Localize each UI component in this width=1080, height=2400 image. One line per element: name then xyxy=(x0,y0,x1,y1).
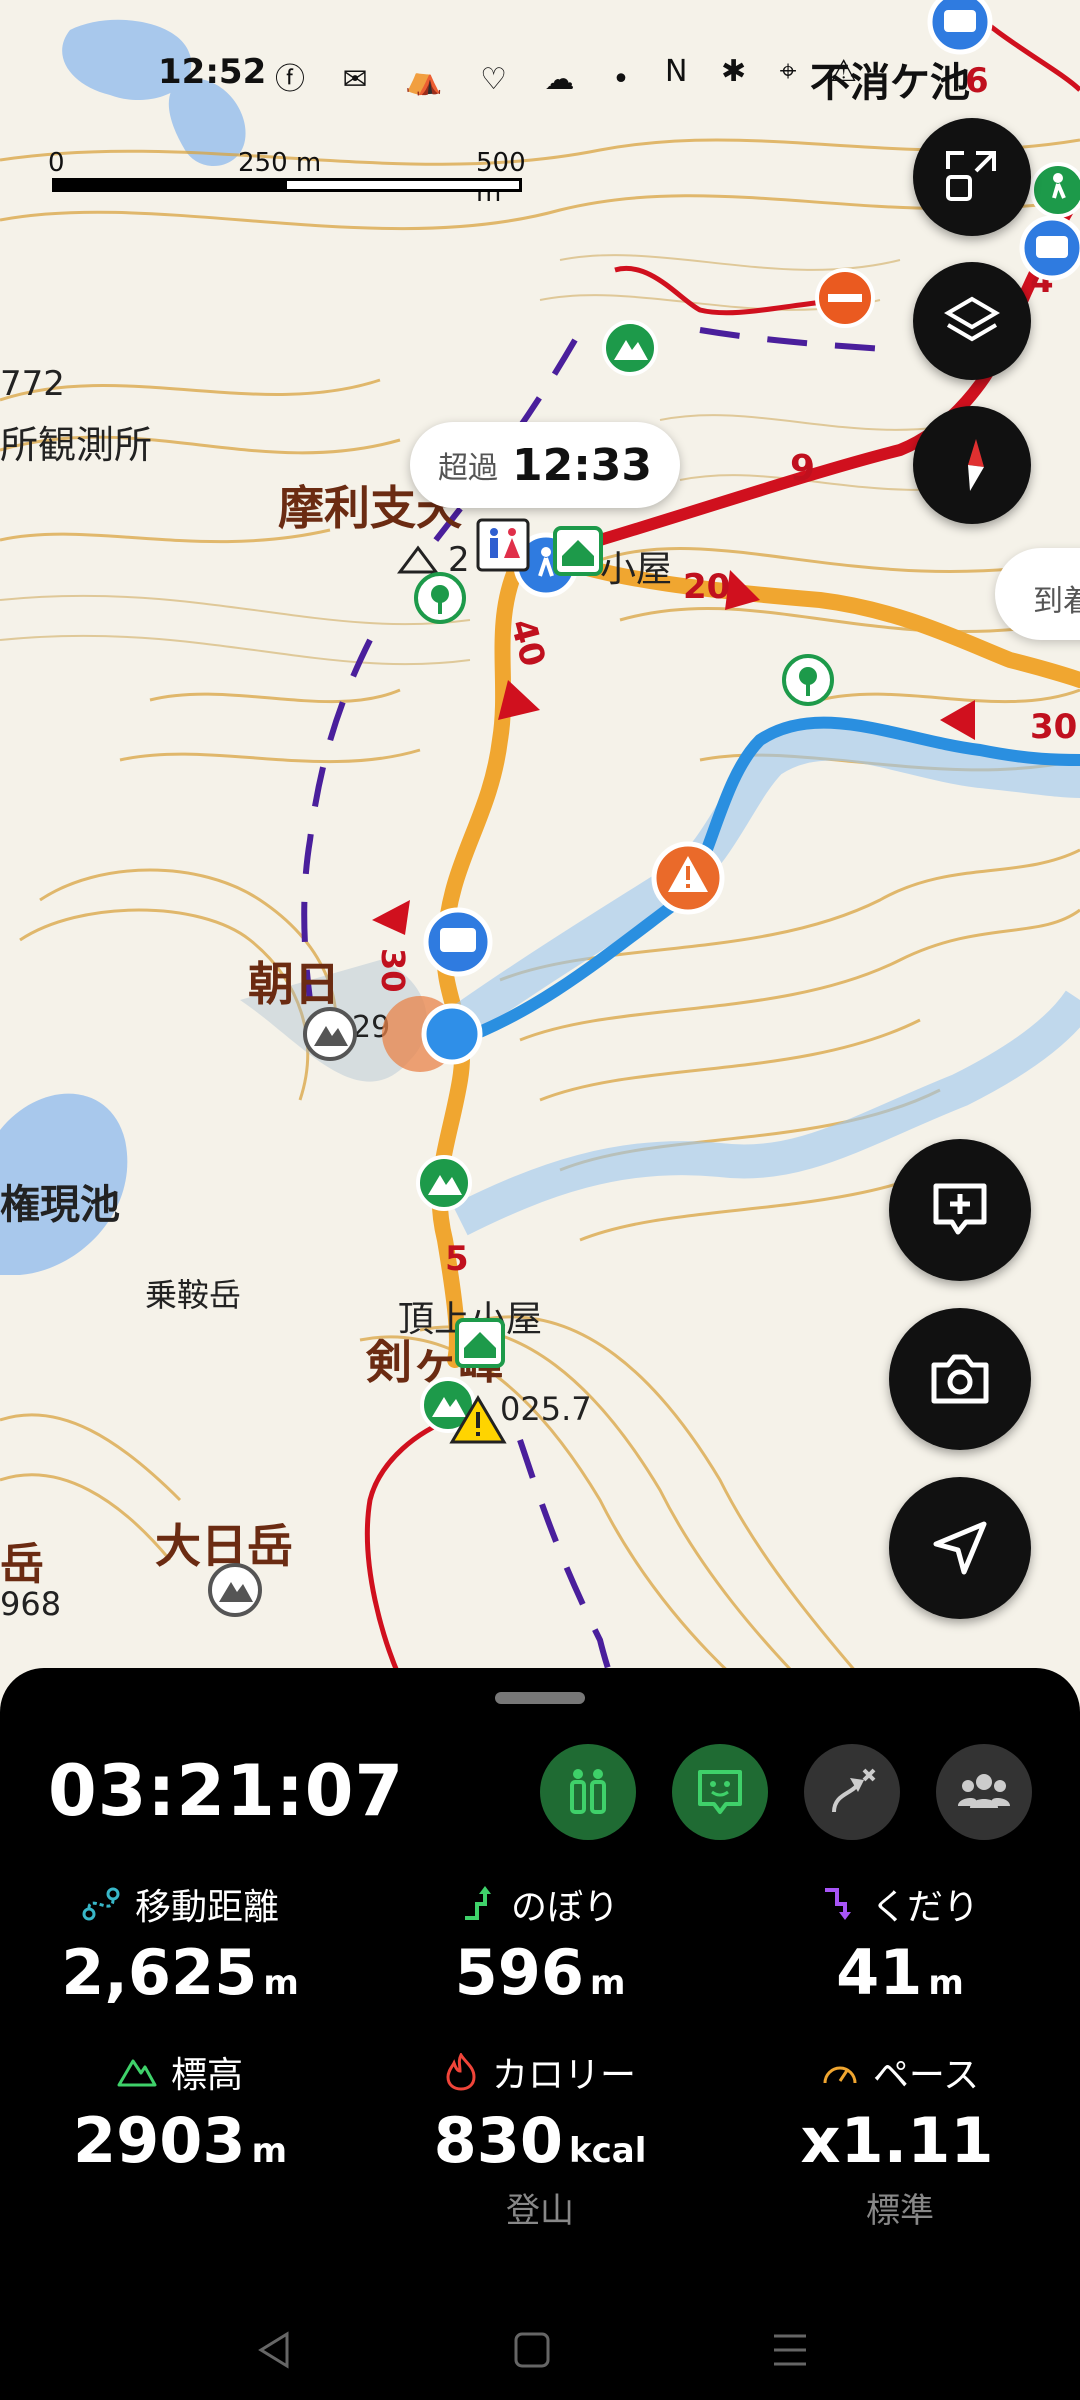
stat-ascent: のぼり 596 m xyxy=(360,1878,720,2009)
compass-icon xyxy=(968,439,984,491)
map-markers xyxy=(208,0,1080,1617)
comment-marker-icon[interactable] xyxy=(1019,215,1080,281)
stat-elevation: 標高 2903 m xyxy=(0,2046,360,2177)
home-icon[interactable] xyxy=(512,2330,552,2370)
status-time: 12:52 xyxy=(158,52,267,92)
stat-elevation-unit: m xyxy=(251,2131,287,2171)
layers-button[interactable] xyxy=(913,262,1031,380)
comment-marker-icon[interactable] xyxy=(423,907,493,977)
stat-descent-value: 41 xyxy=(836,1936,923,2009)
stat-calories-value: 830 xyxy=(433,2104,564,2177)
navigation-arrow-icon xyxy=(933,1521,987,1575)
stat-descent-label: くだり xyxy=(870,1887,979,1928)
stat-ascent-unit: m xyxy=(589,1963,626,2003)
off-route-button[interactable] xyxy=(804,1744,900,1840)
warning-icon[interactable] xyxy=(651,841,725,915)
flame-icon xyxy=(446,2053,476,2091)
route-cross-icon xyxy=(832,1768,876,1813)
mountain-icon xyxy=(117,2059,157,2087)
peak-icon[interactable] xyxy=(208,1563,262,1617)
hikers-icon xyxy=(570,1769,606,1814)
toilet-icon[interactable] xyxy=(476,518,530,572)
recents-icon[interactable] xyxy=(770,2332,810,2368)
hut-icon[interactable] xyxy=(455,1318,505,1368)
layers-icon xyxy=(944,296,1000,342)
activity-panel: 03:21:07 移動距離 2,625 m のぼり 596 m くだり 41 m… xyxy=(0,1668,1080,2400)
hiker-icon[interactable] xyxy=(1030,162,1080,218)
status-bar: 12:52 ⓕ ✉ ⛺ ♡ ☁ • N ✱ ⌖ ⚠ 不消ケ池 xyxy=(0,48,1080,106)
stat-calories-label: カロリー xyxy=(491,2055,636,2096)
back-icon[interactable] xyxy=(255,2330,295,2370)
chat-button[interactable] xyxy=(672,1744,768,1840)
timeline-button[interactable] xyxy=(540,1744,636,1840)
stat-ascent-value: 596 xyxy=(454,1936,584,2009)
stat-pace: ペース x1.11 標準 xyxy=(720,2046,1080,2232)
stat-pace-label: ペース xyxy=(872,2055,980,2096)
stat-calories-sub: 登山 xyxy=(506,2191,574,2231)
stat-distance-label: 移動距離 xyxy=(134,1887,279,1928)
peak-icon[interactable] xyxy=(303,1007,357,1061)
tooltip-key: 超過 xyxy=(437,451,498,486)
stat-descent-unit: m xyxy=(928,1963,964,2003)
scale-bar-line xyxy=(52,178,522,192)
drag-handle[interactable] xyxy=(495,1692,585,1704)
add-comment-icon xyxy=(933,1183,987,1235)
place-label: 不消ケ池 xyxy=(810,60,970,106)
notification-icons: ⓕ ✉ ⛺ ♡ ☁ • xyxy=(275,62,644,97)
descent-icon xyxy=(824,1888,851,1920)
mountain-green-icon[interactable] xyxy=(602,320,658,376)
expand-icon xyxy=(946,151,996,201)
ascent-icon xyxy=(464,1886,491,1920)
scale-label-0: 0 xyxy=(48,148,65,178)
flower-icon[interactable] xyxy=(414,572,466,624)
stat-elevation-value: 2903 xyxy=(73,2104,246,2177)
stat-calories: カロリー 830 kcal 登山 xyxy=(360,2046,720,2232)
fit-route-button[interactable] xyxy=(913,118,1031,236)
tooltip-value: 12:33 xyxy=(511,439,653,491)
stat-descent: くだり 41 m xyxy=(720,1878,1080,2009)
locate-button[interactable] xyxy=(889,1477,1031,1619)
group-icon xyxy=(958,1774,1010,1808)
system-nav-bar xyxy=(0,2300,1080,2400)
camera-icon xyxy=(931,1354,989,1404)
scale-bar: 0 250 m 500 m xyxy=(48,148,526,208)
stat-distance: 移動距離 2,625 m xyxy=(0,1878,360,2009)
stat-ascent-label: のぼり xyxy=(510,1887,619,1928)
stat-pace-sub: 標準 xyxy=(866,2191,934,2231)
flower-icon[interactable] xyxy=(782,654,834,706)
group-button[interactable] xyxy=(936,1744,1032,1840)
map-view[interactable]: 20 30 9 4 5 6 40 30 摩利支天 2 小屋 朝日 29 権現池 … xyxy=(0,0,1080,1700)
camera-button[interactable] xyxy=(889,1308,1031,1450)
arrival-tooltip-text: 到着 xyxy=(1033,584,1080,619)
stat-elevation-label: 標高 xyxy=(170,2055,243,2096)
stat-distance-unit: m xyxy=(263,1963,299,2003)
eta-tooltip[interactable]: 超過 12:33 xyxy=(410,422,680,508)
hut-icon[interactable] xyxy=(553,526,603,576)
compass-button[interactable] xyxy=(913,406,1031,524)
smile-chat-icon xyxy=(698,1770,742,1814)
no-entry-icon[interactable] xyxy=(815,268,875,328)
scale-label-250: 250 m xyxy=(238,148,322,178)
distance-icon xyxy=(82,1887,120,1921)
stat-calories-unit: kcal xyxy=(569,2131,647,2171)
mountain-green-icon[interactable] xyxy=(416,1155,472,1211)
stat-pace-value: x1.11 xyxy=(800,2104,994,2177)
stat-distance-value: 2,625 xyxy=(61,1936,258,2009)
current-location-icon xyxy=(382,996,483,1072)
arrival-tooltip[interactable]: 到着 xyxy=(995,548,1080,640)
elapsed-time: 03:21:07 xyxy=(48,1750,405,1832)
speedometer-icon xyxy=(823,2066,857,2084)
comment-marker-icon[interactable] xyxy=(927,0,993,55)
add-memo-button[interactable] xyxy=(889,1139,1031,1281)
